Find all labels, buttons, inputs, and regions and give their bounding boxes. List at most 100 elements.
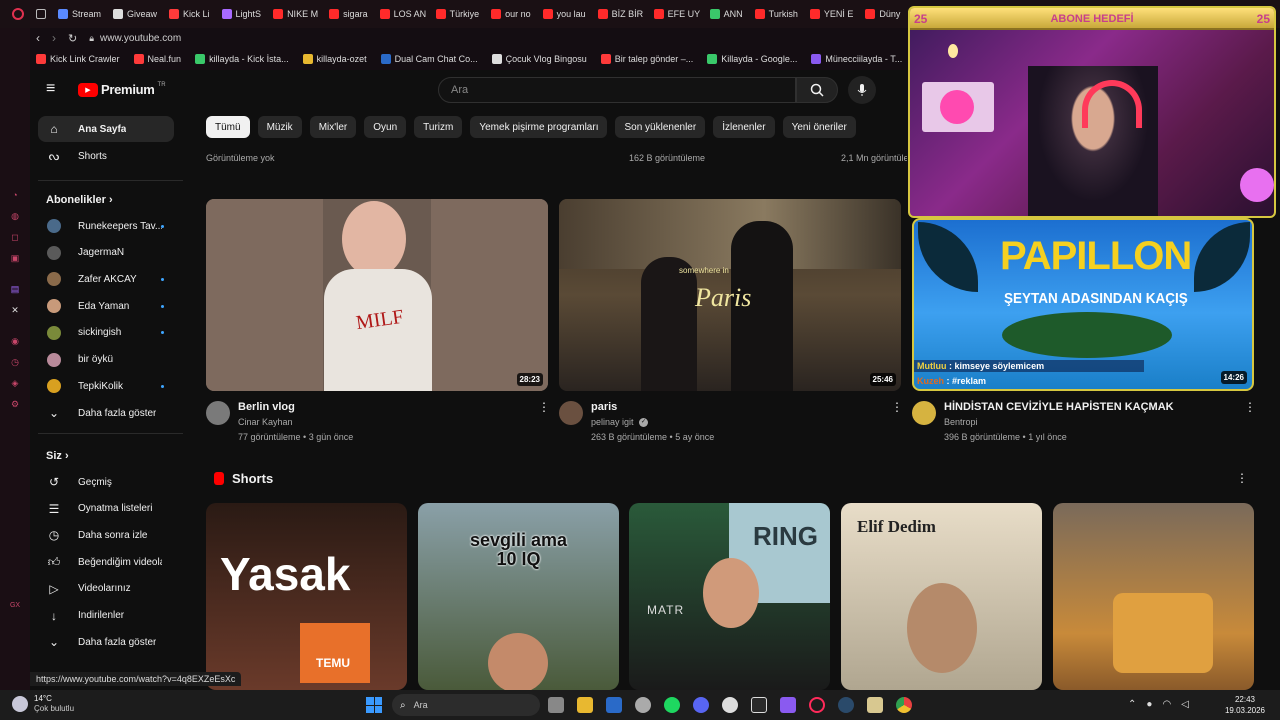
sidebar-item[interactable]: ↺ Geçmiş xyxy=(38,469,174,495)
filter-chip[interactable]: Yeni öneriler xyxy=(782,116,856,138)
browser-tab[interactable]: Turkish xyxy=(749,0,804,28)
bookmark-item[interactable]: Killayda - Google... xyxy=(707,54,797,64)
menu-icon[interactable]: ≡ xyxy=(46,81,55,97)
browser-tab[interactable]: BİZ BİR xyxy=(592,0,648,28)
browser-tab[interactable]: EFE UY xyxy=(648,0,704,28)
opera-menu-icon[interactable] xyxy=(6,0,30,28)
task-view-icon[interactable] xyxy=(548,697,564,713)
sidebar-item[interactable]: 👍︎ Beğendiğim videolar xyxy=(38,549,174,575)
sidebar-item[interactable]: sickingish xyxy=(38,320,174,346)
filter-chip[interactable]: Turizm xyxy=(414,116,463,138)
browser-tab[interactable]: YENİ E xyxy=(804,0,860,28)
bookmark-item[interactable]: killayda-ozet xyxy=(302,54,367,64)
shorts-more-icon[interactable]: ⋮ xyxy=(1236,471,1248,485)
filter-chip[interactable]: Tümü xyxy=(206,116,250,138)
browser-tab[interactable]: our no xyxy=(485,0,537,28)
search-box[interactable]: Ara xyxy=(438,77,796,103)
short-card[interactable]: Elif Dedim xyxy=(841,503,1042,690)
discord-icon[interactable] xyxy=(693,697,709,713)
video-title[interactable]: paris xyxy=(591,401,617,413)
browser-tab[interactable]: Kick Li xyxy=(163,0,216,28)
browser-tab[interactable]: you lau xyxy=(537,0,592,28)
browser-tab[interactable]: LOS AN xyxy=(374,0,430,28)
workspace-icon[interactable] xyxy=(30,0,52,28)
sidebar-item[interactable]: Zafer AKCAY xyxy=(38,266,174,292)
steam-icon[interactable] xyxy=(838,697,854,713)
you-heading[interactable]: Siz › xyxy=(46,450,69,462)
short-card[interactable]: RING MATR xyxy=(629,503,830,690)
opera-gx-icon[interactable] xyxy=(809,697,825,713)
browser-tab[interactable]: sigara xyxy=(323,0,374,28)
app-icon[interactable] xyxy=(751,697,767,713)
weather-widget[interactable]: 14°C Çok bulutlu xyxy=(12,694,74,714)
x-icon[interactable]: ✕ xyxy=(8,303,22,317)
chatgpt-icon[interactable] xyxy=(635,697,651,713)
twitch-icon[interactable]: ▤ xyxy=(8,282,22,296)
chevron-up-icon[interactable]: ⌃ xyxy=(1128,699,1136,710)
more-options-icon[interactable]: ⋮ xyxy=(891,400,903,414)
video-thumbnail[interactable]: MILF 28:23 xyxy=(206,199,548,391)
filter-chip[interactable]: İzlenenler xyxy=(713,116,775,138)
filter-chip[interactable]: Müzik xyxy=(257,116,302,138)
bookmark-item[interactable]: Neal.fun xyxy=(133,54,181,64)
back-icon[interactable]: ‹ xyxy=(36,31,40,45)
forward-icon[interactable]: › xyxy=(52,31,56,45)
mail-icon[interactable] xyxy=(606,697,622,713)
browser-tab[interactable]: LightS xyxy=(216,0,268,28)
whatsapp-icon[interactable]: ◍ xyxy=(8,209,22,223)
video-title[interactable]: Berlin vlog xyxy=(238,401,295,413)
reload-icon[interactable]: ↻ xyxy=(68,32,77,45)
microphone-icon[interactable]: ● xyxy=(1146,699,1152,710)
channel-name[interactable]: pelinay igit xyxy=(591,417,634,427)
instagram-icon[interactable]: ◻ xyxy=(8,230,22,244)
browser-tab[interactable]: Giveaw xyxy=(107,0,163,28)
channel-avatar[interactable] xyxy=(206,401,230,425)
browser-tab[interactable]: Türkiye xyxy=(430,0,486,28)
messenger-icon[interactable]: ◔ xyxy=(8,188,22,202)
bookmark-item[interactable]: Kick Link Crawler xyxy=(36,54,120,64)
sidebar-item[interactable]: ⌄ Daha fazla göster xyxy=(38,400,174,426)
more-options-icon[interactable]: ⋮ xyxy=(1244,400,1256,414)
apps-grid-icon[interactable] xyxy=(780,697,796,713)
browser-tab[interactable]: Düny xyxy=(859,0,906,28)
start-button[interactable] xyxy=(366,697,382,713)
volume-icon[interactable]: ◁ xyxy=(1181,699,1189,710)
pinboard-icon[interactable]: ◈ xyxy=(8,376,22,390)
url-text[interactable]: www.youtube.com xyxy=(100,33,181,44)
chrome-icon[interactable] xyxy=(896,697,912,713)
file-explorer-icon[interactable] xyxy=(577,697,593,713)
filter-chip[interactable]: Mix'ler xyxy=(309,116,357,138)
bookmark-item[interactable]: killayda - Kick İsta... xyxy=(195,54,289,64)
settings-side-icon[interactable]: ⚙ xyxy=(8,397,22,411)
sidebar-item[interactable]: ◷ Daha sonra izle xyxy=(38,522,174,548)
browser-tab[interactable]: NIKE M xyxy=(267,0,323,28)
youtube-logo[interactable]: ▶ Premium TR xyxy=(78,82,166,97)
video-title[interactable]: HİNDİSTAN CEVİZİYLE HAPİSTEN KAÇMAK xyxy=(944,401,1174,413)
filter-chip[interactable]: Son yüklenenler xyxy=(615,116,706,138)
search-button[interactable] xyxy=(796,77,838,103)
sidebar-item[interactable]: ᔓ Shorts xyxy=(38,143,174,169)
filter-chip[interactable]: Yemek pişirme programları xyxy=(470,116,608,138)
sidebar-item[interactable]: JagermaN xyxy=(38,240,174,266)
bookmark-item[interactable]: Bir talep gönder –... xyxy=(600,54,693,64)
search-input[interactable]: Ara xyxy=(451,84,468,96)
short-card[interactable]: Yasak TEMU xyxy=(206,503,407,690)
short-card[interactable]: sevgili ama 10 IQ xyxy=(418,503,619,690)
short-card[interactable] xyxy=(1053,503,1254,690)
channel-name[interactable]: Bentropi xyxy=(944,417,978,427)
bookmark-item[interactable]: Dual Cam Chat Co... xyxy=(380,54,478,64)
browser-tab[interactable]: ANN xyxy=(704,0,749,28)
sidebar-item[interactable]: ↓ İndirilenler xyxy=(38,603,174,629)
app2-icon[interactable] xyxy=(867,697,883,713)
gx-icon[interactable]: GX xyxy=(8,598,22,612)
sidebar-item[interactable]: ▷ Videolarınız xyxy=(38,576,174,602)
bookmark-item[interactable]: Çocuk Vlog Bingosu xyxy=(491,54,587,64)
filter-chip[interactable]: Oyun xyxy=(364,116,407,138)
channel-name[interactable]: Cinar Kayhan xyxy=(238,417,293,427)
settings-icon[interactable] xyxy=(722,697,738,713)
player-icon[interactable]: ◉ xyxy=(8,334,22,348)
sidebar-item[interactable]: ⌄ Daha fazla göster xyxy=(38,629,174,655)
channel-avatar[interactable] xyxy=(559,401,583,425)
wifi-icon[interactable]: ◠ xyxy=(1162,699,1171,710)
sidebar-item[interactable]: Eda Yaman xyxy=(38,293,174,319)
